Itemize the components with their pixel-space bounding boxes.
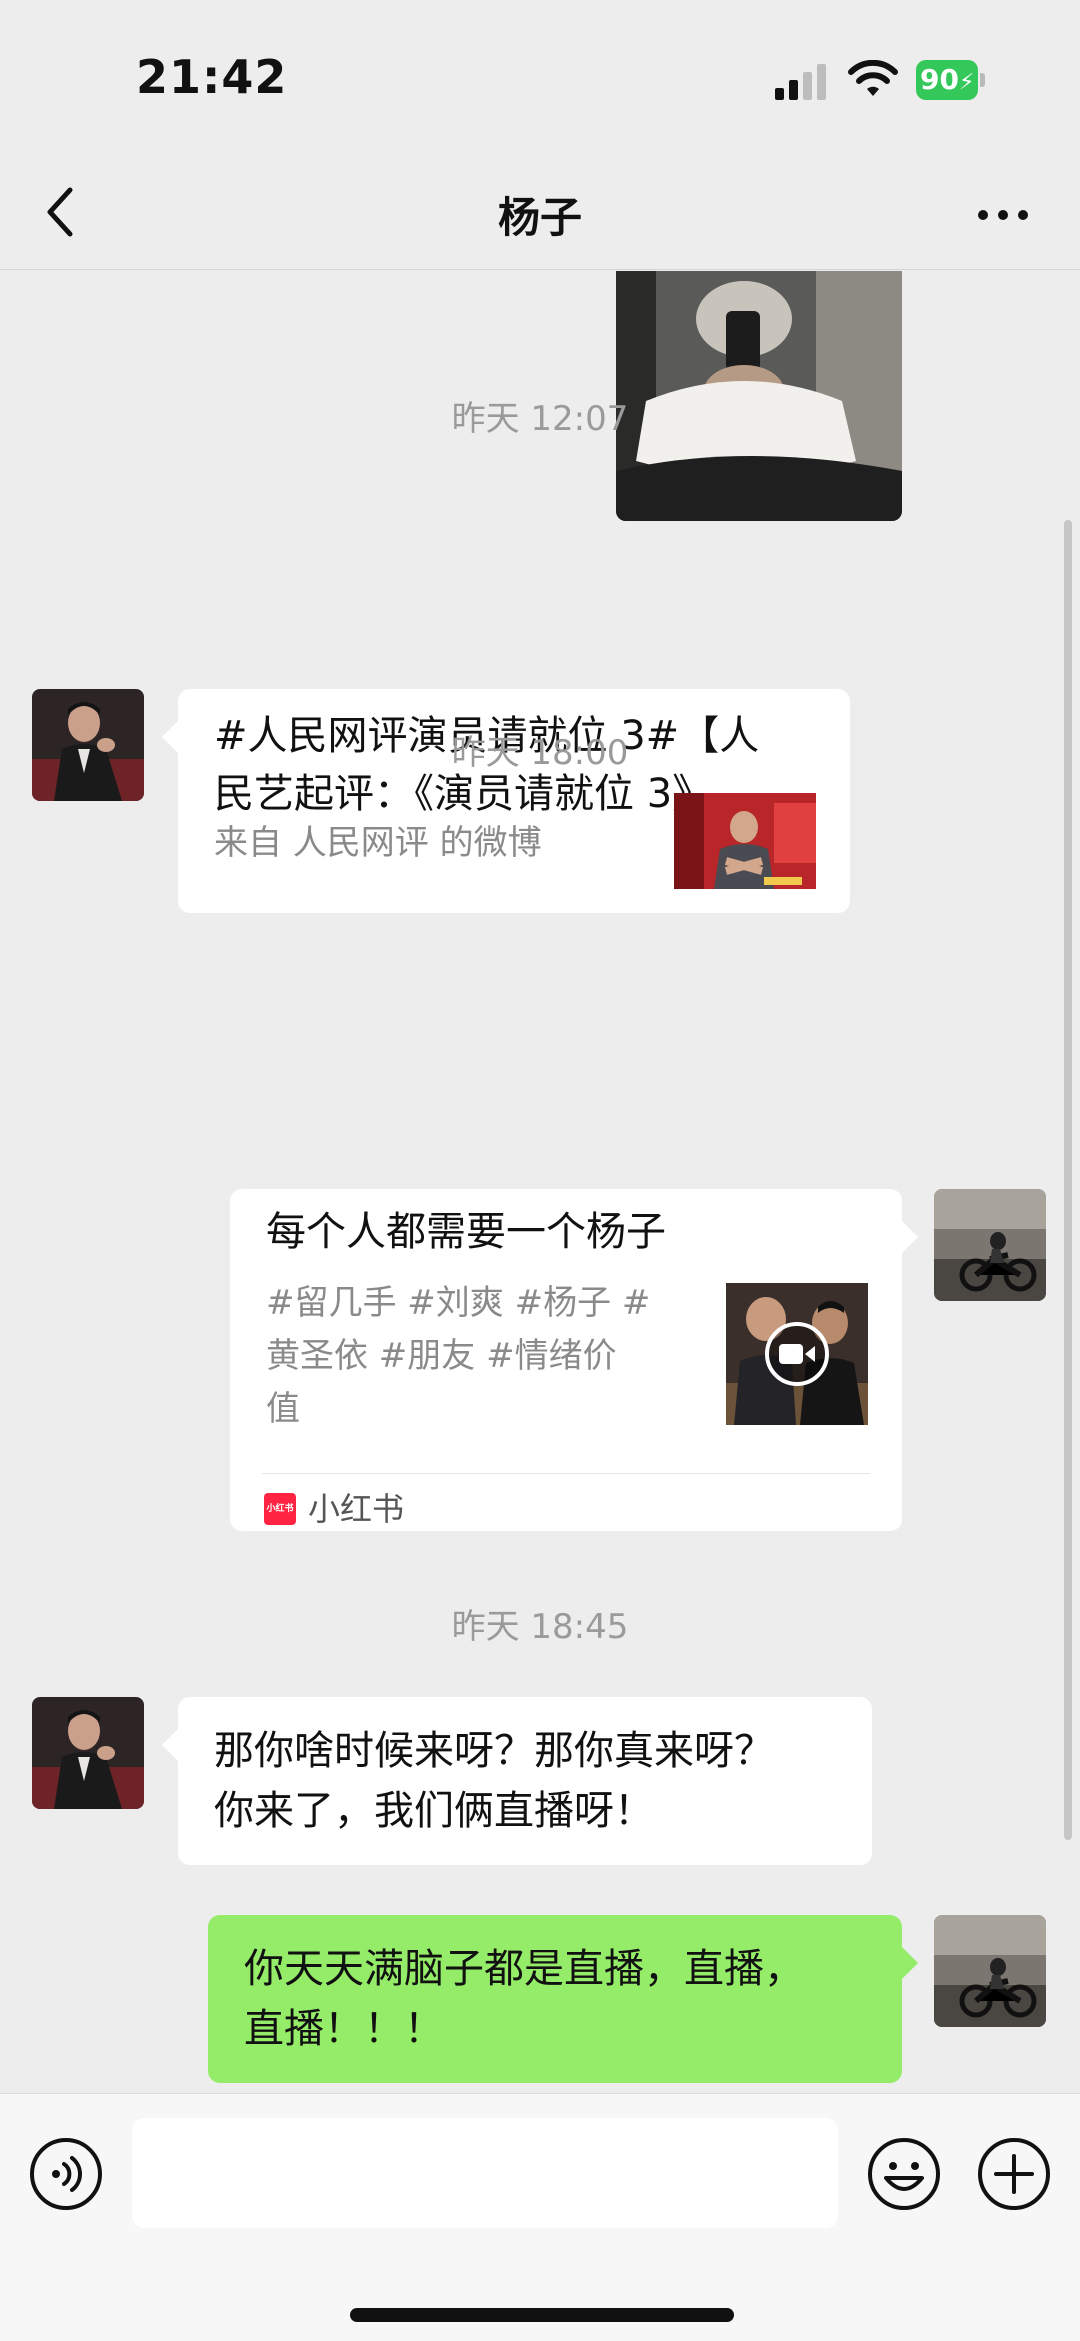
card-divider [262, 1473, 870, 1474]
card-tags-line: 值 [266, 1389, 300, 1429]
outgoing-message[interactable]: 你天天满脑子都是直播，直播， 直播！！！ [208, 1915, 918, 2083]
card-thumbnail [674, 793, 816, 889]
chat-title: 杨子 [497, 193, 582, 242]
home-indicator[interactable] [350, 2308, 734, 2322]
xiaohongshu-share-card[interactable]: 每个人都需要一个杨子 #留几手 #刘爽 #杨子 # 黄圣依 #朋友 #情绪价 值 [230, 1189, 918, 1531]
status-time: 21:42 [136, 50, 288, 104]
card-title: 每个人都需要一个杨子 [266, 1209, 666, 1255]
my-avatar[interactable] [934, 1189, 1046, 1301]
message-list[interactable]: 昨天 12:07 #人民网评演员请就位 3#【人 民艺起评：《演员请就位 3》.… [0, 271, 1080, 2093]
cellular-signal-icon [775, 64, 826, 100]
battery-level: 90 [920, 63, 959, 96]
timestamp: 昨天 12:07 [451, 399, 629, 439]
timestamp: 昨天 18:45 [451, 1607, 629, 1647]
battery-icon: 90⚡ [916, 60, 985, 100]
message-line: 直播！！！ [244, 2006, 444, 2052]
chat-header: 杨子 [0, 160, 1080, 270]
voice-icon[interactable] [28, 2136, 104, 2212]
emoji-icon[interactable] [866, 2136, 942, 2212]
message-input[interactable] [132, 2118, 838, 2228]
message-line: 你天天满脑子都是直播，直播， [244, 1946, 804, 1992]
my-avatar[interactable] [934, 1915, 1046, 2027]
scrollbar[interactable] [1064, 520, 1072, 1840]
status-bar: 21:42 90⚡ [0, 0, 1080, 160]
message-line: 那你啥时候来呀？那你真来呀？ [214, 1728, 774, 1774]
input-bar [0, 2093, 1080, 2341]
card-source: 小红书 [308, 1490, 405, 1528]
xiaohongshu-logo: 小红书 [264, 1493, 296, 1525]
card-tags-line: #留几手 #刘爽 #杨子 # [266, 1283, 651, 1323]
contact-avatar[interactable] [32, 1697, 144, 1809]
plus-icon[interactable] [976, 2136, 1052, 2212]
wifi-icon [848, 60, 898, 96]
video-thumbnail [726, 1283, 868, 1425]
timestamp: 昨天 18:00 [451, 733, 629, 773]
more-icon[interactable] [975, 200, 1031, 230]
card-source: 来自 人民网评 的微博 [214, 823, 542, 863]
message-line: 你来了，我们俩直播呀！ [214, 1788, 654, 1834]
incoming-message[interactable]: 那你啥时候来呀？那你真来呀？ 你来了，我们俩直播呀！ [162, 1697, 872, 1865]
play-icon [779, 1344, 815, 1364]
card-tags-line: 黄圣依 #朋友 #情绪价 [266, 1336, 617, 1376]
weibo-share-card[interactable]: #人民网评演员请就位 3#【人 民艺起评：《演员请就位 3》... 来自 人民网… [162, 689, 850, 913]
